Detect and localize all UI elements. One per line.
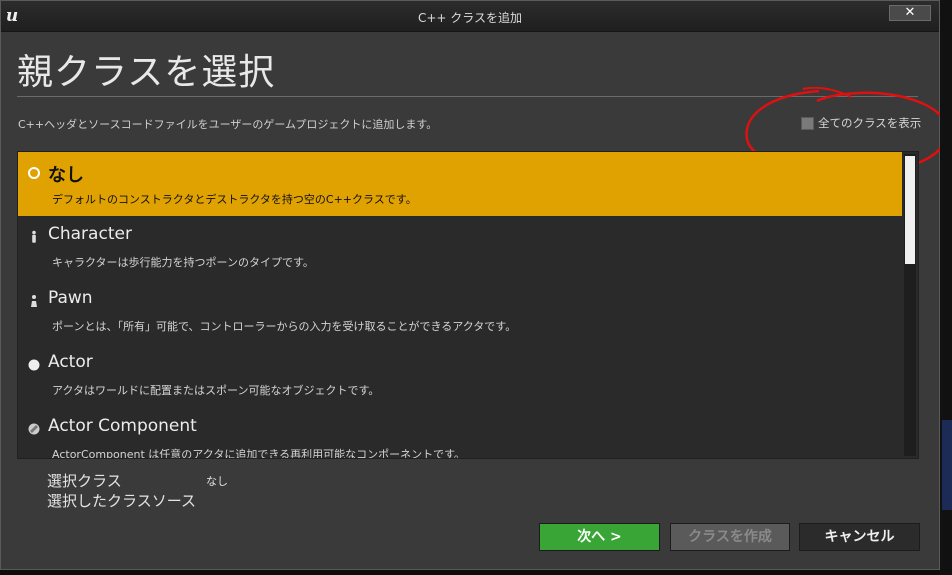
window-title: C++ クラスを追加: [417, 11, 523, 25]
selection-info: 選択クラス 選択したクラスソース: [47, 471, 196, 511]
class-list-item[interactable]: Actor アクタはワールドに配置またはスポーン可能なオブジェクトです。: [18, 344, 902, 408]
cancel-button[interactable]: キャンセル: [799, 523, 920, 551]
title-bar[interactable]: u C++ クラスを追加 ✕: [1, 1, 939, 32]
scrollbar-thumb[interactable]: [905, 156, 915, 264]
class-list-item[interactable]: Pawn ポーンとは、「所有」可能で、コントローラーからの入力を受け取ることができ…: [18, 280, 902, 344]
class-description: ポーンとは、「所有」可能で、コントローラーからの入力を受け取ることができるアクタ…: [52, 320, 517, 333]
parent-class-list[interactable]: なし デフォルトのコンストラクタとデストラクタを持つ空のC++クラスです。 Char…: [17, 151, 919, 459]
list-scrollbar[interactable]: [904, 154, 916, 456]
class-list-items: なし デフォルトのコンストラクタとデストラクタを持つ空のC++クラスです。 Char…: [18, 152, 902, 458]
selected-class-label: 選択クラス: [47, 472, 122, 490]
class-description: アクタはワールドに配置またはスポーン可能なオブジェクトです。: [52, 384, 380, 397]
class-list-item[interactable]: Character キャラクターは歩行能力を持つポーンのタイプです。: [18, 216, 902, 280]
class-description: ActorComponent は任意のアクタに追加できる再利用可能なコンポーネン…: [52, 448, 465, 458]
title-divider: [17, 96, 918, 97]
class-description: デフォルトのコンストラクタとデストラクタを持つ空のC++クラスです。: [52, 193, 417, 206]
show-all-classes-checkbox[interactable]: [801, 116, 814, 130]
character-icon: [27, 229, 41, 243]
component-icon: [27, 421, 41, 435]
dialog-description: C++ヘッダとソースコードファイルをユーザーのゲームプロジェクトに追加します。: [18, 118, 438, 131]
page-title: 親クラスを選択: [17, 52, 276, 93]
class-description: キャラクターは歩行能力を持つポーンのタイプです。: [52, 256, 314, 269]
background-window-strip: [942, 420, 952, 510]
add-cpp-class-dialog: u C++ クラスを追加 ✕ 親クラスを選択 C++ヘッダとソースコードファイル…: [0, 0, 949, 570]
selected-class-value: なし: [206, 475, 228, 488]
show-all-classes-label: 全てのクラスを表示: [818, 116, 922, 130]
background-desktop: [940, 0, 952, 575]
actor-sphere-icon: [27, 357, 41, 371]
create-class-button[interactable]: クラスを作成: [670, 523, 790, 551]
class-list-item[interactable]: Actor Component ActorComponent は任意のアクタに追加…: [18, 408, 902, 458]
circle-outline-icon: [27, 165, 41, 179]
next-button[interactable]: 次へ >: [539, 523, 660, 551]
class-name: Pawn: [48, 288, 93, 308]
close-button[interactable]: ✕: [889, 5, 931, 21]
class-name: Actor Component: [48, 416, 197, 436]
selected-source-label: 選択したクラスソース: [47, 492, 196, 510]
pawn-icon: [27, 293, 41, 307]
show-all-classes-toggle[interactable]: 全てのクラスを表示: [801, 115, 921, 131]
class-name: Actor: [48, 352, 93, 372]
class-name: Character: [48, 224, 132, 244]
class-list-item[interactable]: なしデフォルトのコンストラクタとデストラクタを持つ空のC++クラスです。: [18, 152, 902, 216]
class-name: なし: [48, 165, 84, 186]
